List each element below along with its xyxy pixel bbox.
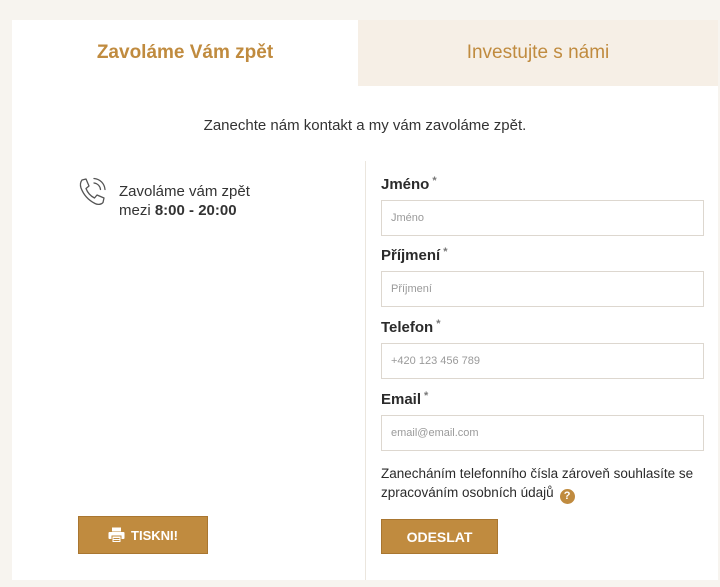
email-input[interactable] xyxy=(381,415,704,451)
consent-text: Zanecháním telefonního čísla zároveň sou… xyxy=(381,466,694,504)
hours-title: Zavoláme vám zpět xyxy=(119,183,250,200)
phone-input[interactable] xyxy=(381,343,704,379)
print-button-label: TISKNI! xyxy=(131,527,178,543)
first-name-input[interactable] xyxy=(381,200,704,236)
hours-prefix: mezi xyxy=(119,202,155,219)
hours-value: 8:00 - 20:00 xyxy=(154,202,237,219)
printer-icon xyxy=(108,527,125,543)
tab-bar: Zavoláme Vám zpět Investujte s námi xyxy=(12,20,718,86)
column-divider xyxy=(365,161,366,580)
tab-invest[interactable]: Investujte s námi xyxy=(358,20,718,86)
last-name-input[interactable] xyxy=(381,271,704,307)
hours-range: mezi 8:00 - 20:00 xyxy=(119,202,237,219)
print-button[interactable]: TISKNI! xyxy=(78,516,208,554)
question-icon[interactable]: ? xyxy=(559,489,575,504)
submit-button[interactable]: ODESLAT xyxy=(381,519,498,554)
contact-card: Zavoláme Vám zpět Investujte s námi Zane… xyxy=(12,20,718,580)
email-label: Email * xyxy=(381,390,429,408)
tab-call-back[interactable]: Zavoláme Vám zpět xyxy=(12,20,358,86)
first-name-label: Jméno * xyxy=(381,175,437,193)
intro-text: Zanechte nám kontakt a my vám zavoláme z… xyxy=(203,117,527,134)
call-hours-info: Zavoláme vám zpět mezi 8:00 - 20:00 xyxy=(75,175,335,225)
phone-icon xyxy=(79,177,106,206)
phone-label: Telefon * xyxy=(381,318,441,336)
last-name-label: Příjmení * xyxy=(381,246,448,264)
